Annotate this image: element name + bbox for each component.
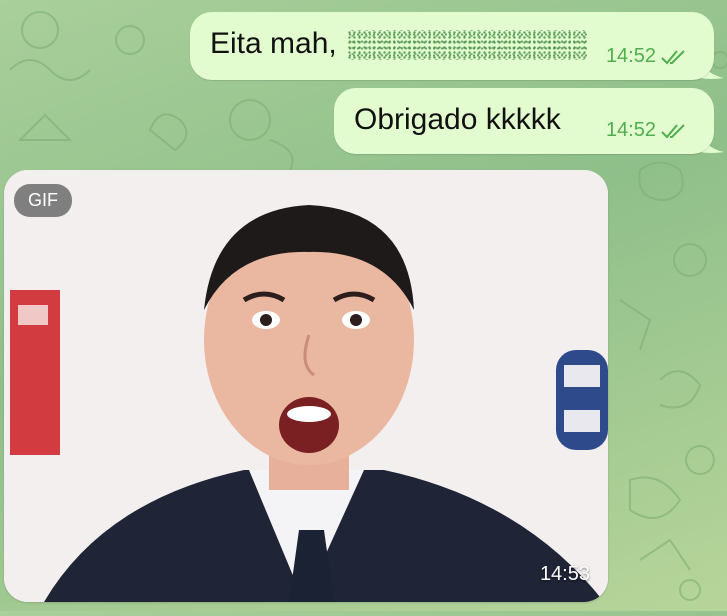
spoiler-text[interactable] (346, 30, 587, 61)
message-time: 14:52 (605, 119, 656, 141)
double-check-icon (661, 123, 685, 138)
message-bubble[interactable]: Eita mah, 14:52 (190, 12, 714, 80)
message-time: 14:52 (605, 45, 656, 67)
message-text: Obrigado kkkkk (354, 103, 561, 136)
gif-preview-image[interactable] (4, 170, 608, 602)
message-meta: 14:52 (606, 119, 688, 142)
message-bubble[interactable]: Obrigado kkkkk 14:52 (334, 88, 714, 154)
message-text: Eita mah, (210, 26, 587, 62)
double-check-icon (661, 49, 685, 64)
message-time: 14:53 (539, 563, 590, 585)
message-meta: 14:52 (606, 45, 688, 68)
gif-badge: GIF (14, 184, 72, 217)
gif-message[interactable]: GIF 14:53 (4, 170, 608, 602)
